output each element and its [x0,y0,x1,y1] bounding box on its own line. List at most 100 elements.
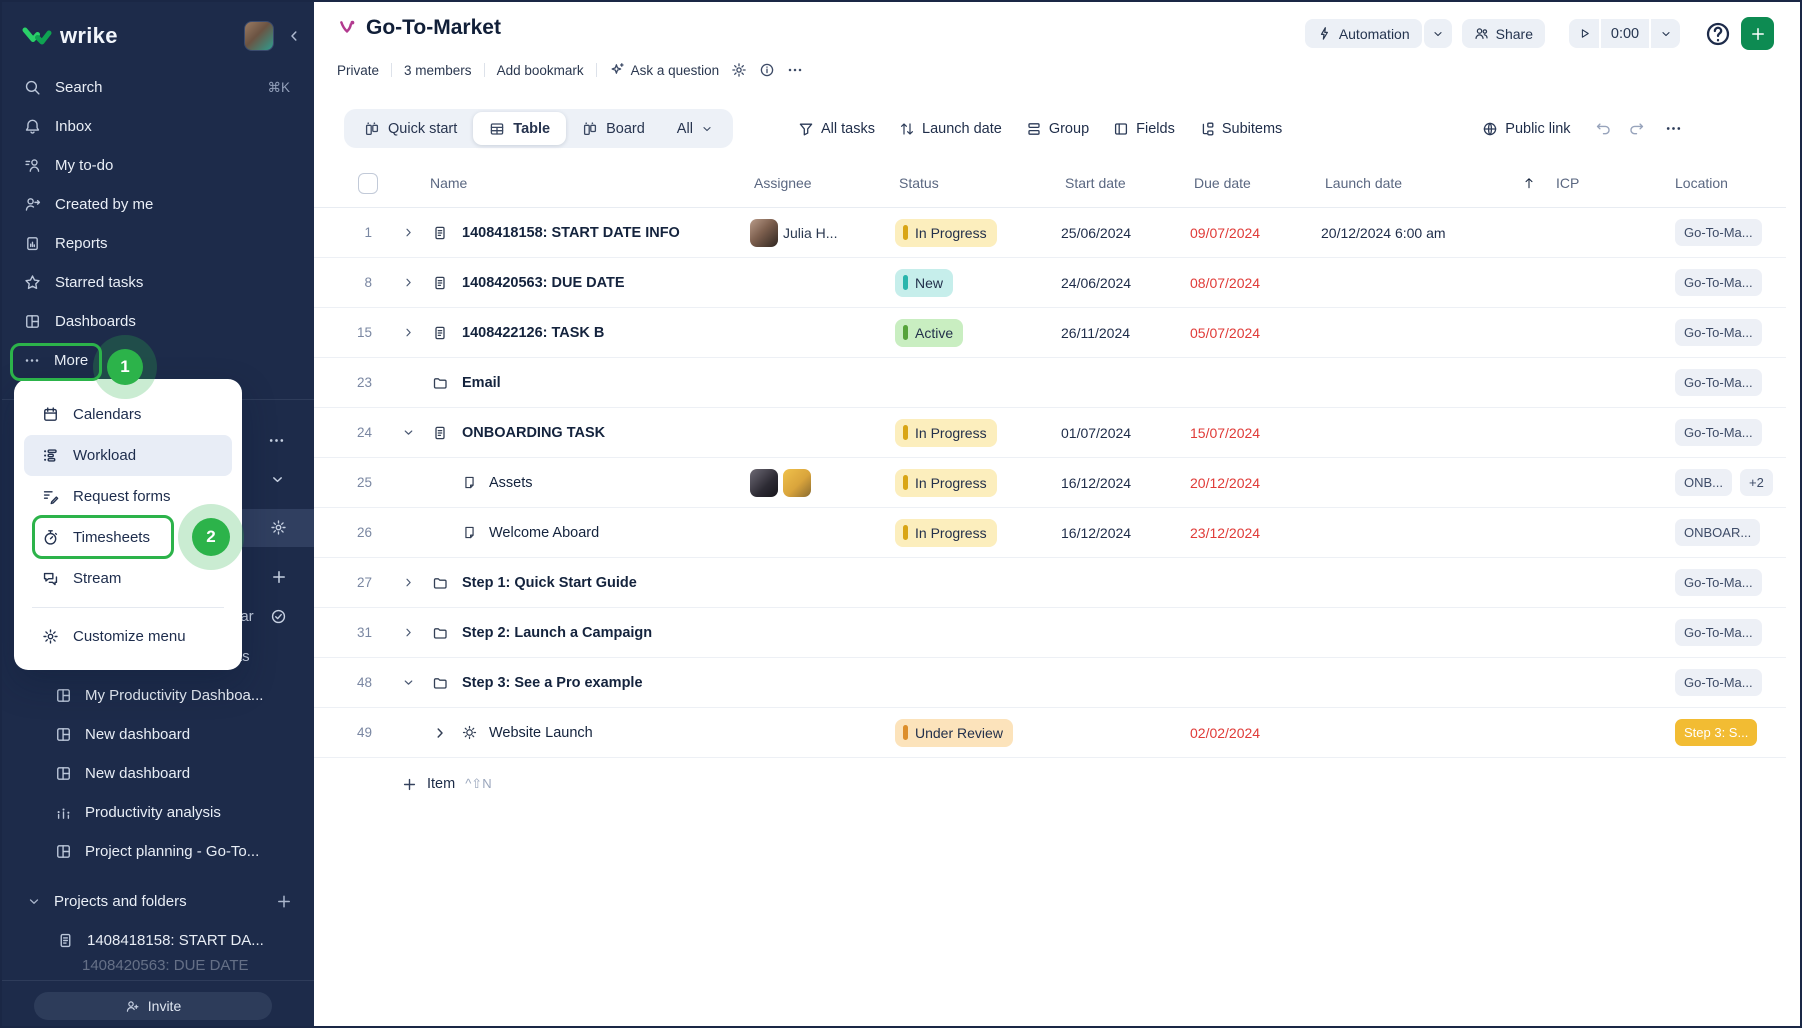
add-bookmark-link[interactable]: Add bookmark [497,63,584,78]
sidebar-item-search[interactable]: Search⌘K [2,68,314,107]
location-pill[interactable]: +2 [1740,469,1773,496]
sidebar-item-project-planning-go-to[interactable]: Project planning - Go-To... [2,832,314,871]
share-button[interactable]: Share [1462,19,1545,48]
tab-board[interactable]: Board [566,112,661,145]
column-header-assignee[interactable]: Assignee [750,175,895,191]
automation-dropdown-button[interactable] [1424,19,1452,48]
location-pill[interactable]: Go-To-Ma... [1675,619,1762,646]
location-cell[interactable]: Step 3: S... [1644,719,1786,746]
avatar[interactable] [783,469,811,497]
redo-icon[interactable] [1628,120,1645,137]
expand-icon[interactable] [402,226,415,239]
tab-table[interactable]: Table [473,112,566,145]
menu-item-customize-menu[interactable]: Customize menu [24,616,232,657]
user-avatar[interactable] [244,21,274,51]
location-pill[interactable]: ONB... [1675,469,1732,496]
expand-icon[interactable] [432,725,448,741]
status-badge[interactable]: In Progress [895,469,997,497]
table-row[interactable]: 11408418158: START DATE INFOJulia H...In… [314,208,1786,258]
status-badge[interactable]: In Progress [895,219,997,247]
all-tasks-button[interactable]: All tasks [798,121,875,137]
expand-icon[interactable] [402,426,415,439]
sidebar-item-my-to-do[interactable]: My to-do [2,146,314,185]
table-row[interactable]: 27Step 1: Quick Start GuideGo-To-Ma... [314,558,1786,608]
task-name-cell[interactable]: 1408418158: START DATE INFO [454,225,750,241]
sidebar-item-reports[interactable]: Reports [2,224,314,263]
assignee-cell[interactable] [750,469,895,497]
due-date-cell[interactable]: 23/12/2024 [1190,525,1321,541]
task-name-cell[interactable]: Assets [454,475,750,491]
location-cell[interactable]: Go-To-Ma... [1644,619,1786,646]
status-badge[interactable]: New [895,269,953,297]
expand-icon[interactable] [402,626,415,639]
create-new-button[interactable] [1741,17,1774,50]
table-row[interactable]: 26Welcome AboardIn Progress16/12/202423/… [314,508,1786,558]
task-name-cell[interactable]: Website Launch [454,725,750,741]
sidebar-item-productivity-analysis[interactable]: Productivity analysis [2,793,314,832]
invite-button[interactable]: Invite [34,992,272,1020]
meta-more-icon[interactable] [787,62,803,78]
obscured-chevron-down-icon[interactable] [270,472,285,487]
start-date-cell[interactable]: 16/12/2024 [1061,475,1190,491]
sidebar-item-starred-tasks[interactable]: Starred tasks [2,263,314,302]
task-name-cell[interactable]: 1408422126: TASK B [454,325,750,341]
task-name-cell[interactable]: Step 3: See a Pro example [454,675,750,691]
location-cell[interactable]: Go-To-Ma... [1644,219,1786,246]
location-cell[interactable]: ONBOAR... [1644,519,1786,546]
sidebar-item-my-productivity-dashboa[interactable]: My Productivity Dashboa... [2,676,314,715]
sort-ascending-icon[interactable] [1522,176,1536,190]
location-pill[interactable]: Go-To-Ma... [1675,319,1762,346]
column-header-due-date[interactable]: Due date [1190,175,1321,191]
due-date-cell[interactable]: 20/12/2024 [1190,475,1321,491]
table-row[interactable]: 24ONBOARDING TASKIn Progress01/07/202415… [314,408,1786,458]
due-date-cell[interactable]: 05/07/2024 [1190,325,1321,341]
status-badge[interactable]: In Progress [895,519,997,547]
toolbar-more-icon[interactable] [1665,120,1682,137]
timer-value[interactable]: 0:00 [1599,19,1649,48]
menu-item-workload[interactable]: Workload [24,435,232,476]
column-header-start-date[interactable]: Start date [1061,175,1190,191]
start-date-cell[interactable]: 24/06/2024 [1061,275,1190,291]
table-row[interactable]: 25AssetsIn Progress16/12/202420/12/2024O… [314,458,1786,508]
status-badge[interactable]: In Progress [895,419,997,447]
help-button[interactable] [1704,20,1732,48]
sidebar-item-inbox[interactable]: Inbox [2,107,314,146]
column-header-name[interactable]: Name [426,175,750,191]
sidebar-item-1408418158-start-da[interactable]: 1408418158: START DA... [2,921,314,960]
status-badge[interactable]: Under Review [895,719,1013,747]
location-cell[interactable]: ONB... +2 [1644,469,1786,496]
table-row[interactable]: 151408422126: TASK BActive26/11/202405/0… [314,308,1786,358]
obscured-check-circle-icon[interactable] [270,608,287,625]
task-name-cell[interactable]: Step 2: Launch a Campaign [454,625,750,641]
task-name-cell[interactable]: Welcome Aboard [454,525,750,541]
timer-play-button[interactable] [1569,19,1599,48]
status-badge[interactable]: Active [895,319,963,347]
due-date-cell[interactable]: 09/07/2024 [1190,225,1321,241]
launch-date-cell[interactable]: 20/12/2024 6:00 am [1321,225,1552,241]
info-icon[interactable] [759,62,775,78]
avatar[interactable] [750,219,778,247]
location-cell[interactable]: Go-To-Ma... [1644,569,1786,596]
select-all-checkbox[interactable] [358,173,378,194]
tab-quick-start[interactable]: Quick start [348,112,473,145]
table-row[interactable]: 48Step 3: See a Pro exampleGo-To-Ma... [314,658,1786,708]
expand-icon[interactable] [402,276,415,289]
column-header-location[interactable]: Location [1644,175,1786,191]
due-date-cell[interactable]: 02/02/2024 [1190,725,1321,741]
location-pill[interactable]: Go-To-Ma... [1675,219,1762,246]
tab-all[interactable]: All [661,112,729,145]
column-header-icp[interactable]: ICP [1552,175,1644,191]
obscured-gear-icon[interactable] [270,519,287,536]
task-name-cell[interactable]: 1408420563: DUE DATE [454,275,750,291]
table-row[interactable]: 81408420563: DUE DATENew24/06/202408/07/… [314,258,1786,308]
location-cell[interactable]: Go-To-Ma... [1644,269,1786,296]
task-name-cell[interactable]: ONBOARDING TASK [454,425,750,441]
column-header-launch-date[interactable]: Launch date [1321,175,1552,191]
location-cell[interactable]: Go-To-Ma... [1644,319,1786,346]
fields-button[interactable]: Fields [1113,121,1175,137]
subitems-button[interactable]: Subitems [1199,121,1282,137]
start-date-cell[interactable]: 01/07/2024 [1061,425,1190,441]
sidebar-item-dashboards[interactable]: Dashboards [2,302,314,341]
obscured-ellipsis-icon[interactable] [268,432,285,449]
menu-item-calendars[interactable]: Calendars [24,394,232,435]
